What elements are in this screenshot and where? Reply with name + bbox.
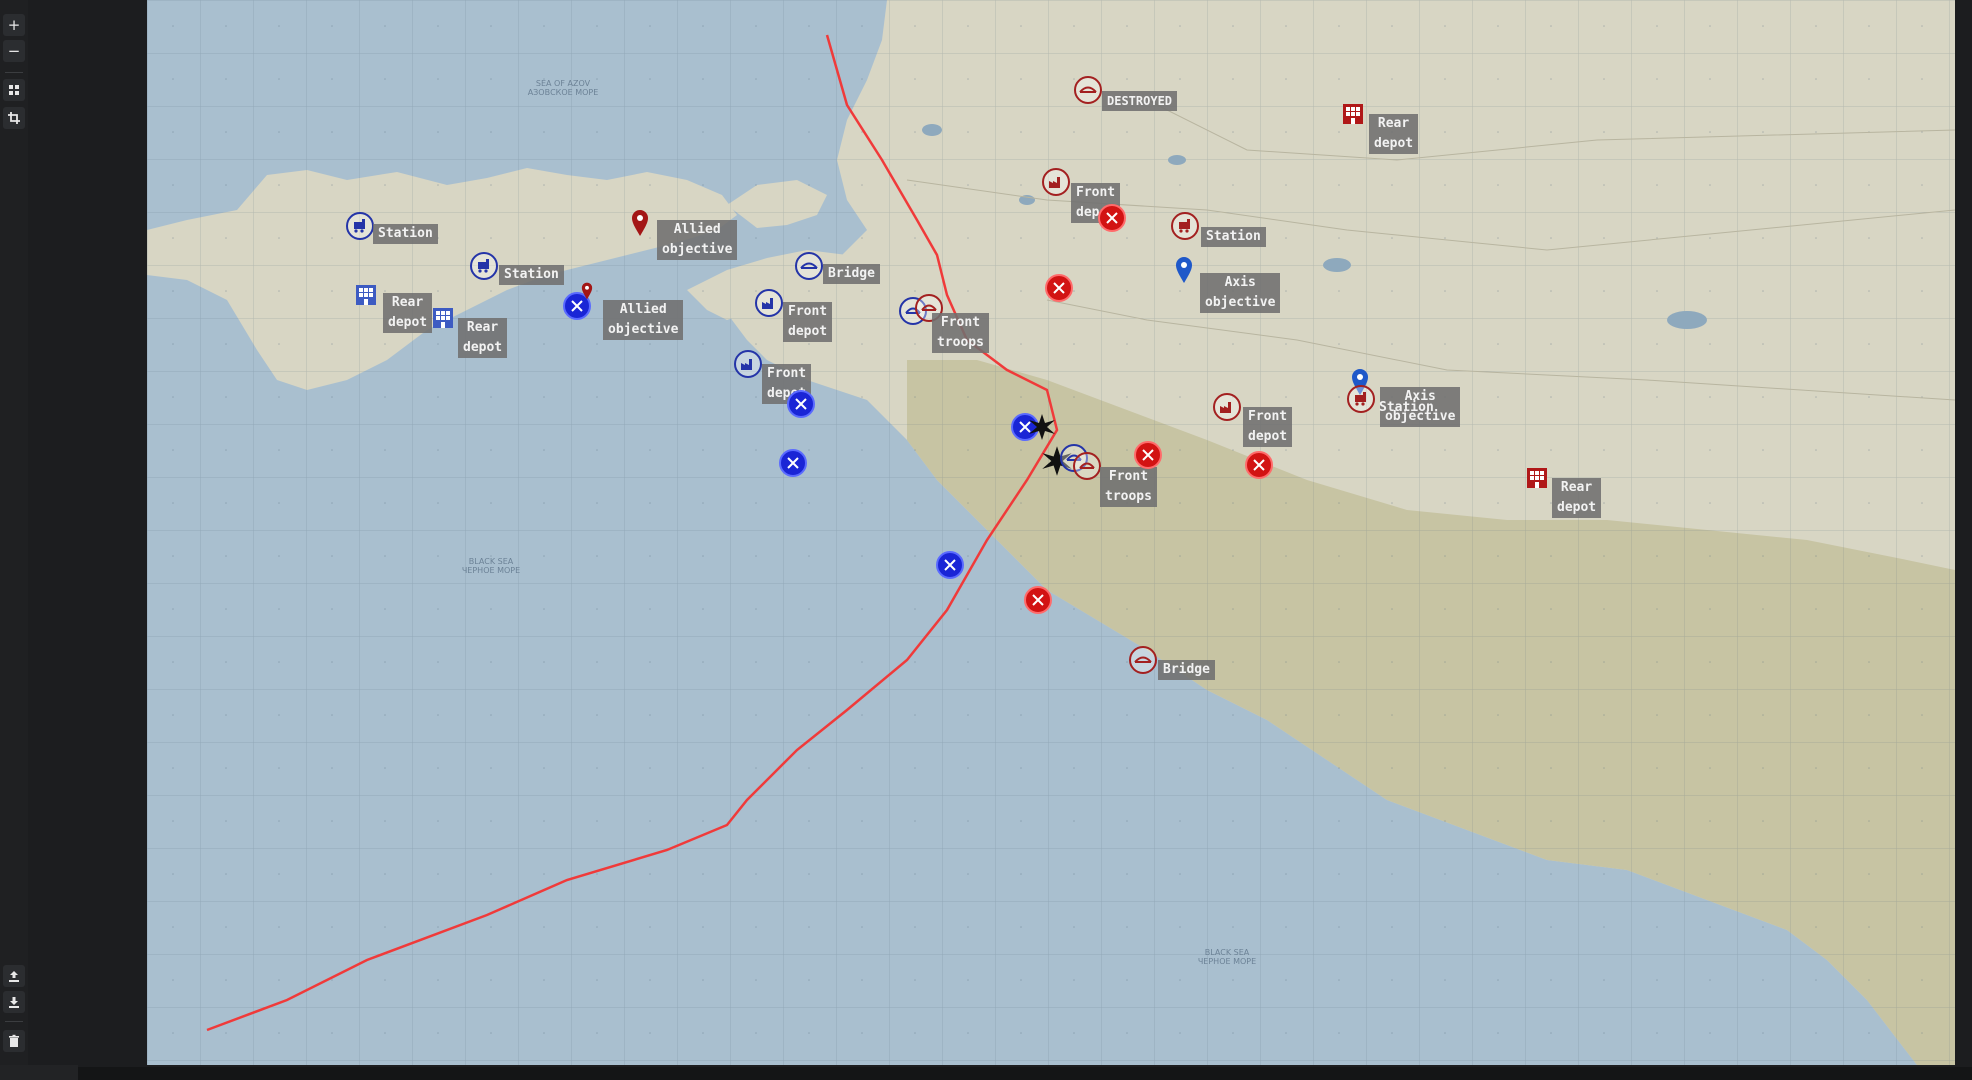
label-rear-depot: Rear depot bbox=[458, 318, 508, 358]
delete-button[interactable] bbox=[3, 1030, 25, 1052]
zoom-out-button[interactable]: − bbox=[3, 40, 25, 62]
axis-unit-marker[interactable] bbox=[1024, 586, 1052, 614]
bridge-icon bbox=[1079, 86, 1097, 93]
objective-pin-icon bbox=[581, 282, 593, 300]
download-icon bbox=[9, 997, 19, 1008]
zoom-in-button[interactable]: + bbox=[3, 14, 25, 36]
layers-button[interactable] bbox=[3, 79, 25, 101]
black-sea-label-2: BLACK SEA ЧЕРНОЕ МОРЕ bbox=[1197, 948, 1257, 966]
black-sea-label: BLACK SEA ЧЕРНОЕ МОРЕ bbox=[461, 557, 521, 575]
crossed-swords-icon bbox=[787, 457, 799, 469]
troops-icon bbox=[1079, 462, 1095, 469]
axis-rear-depot-marker[interactable] bbox=[1339, 100, 1367, 128]
label-station: Station bbox=[373, 224, 438, 244]
axis-unit-marker[interactable] bbox=[1098, 204, 1126, 232]
train-icon bbox=[1179, 219, 1190, 233]
crossed-swords-icon bbox=[1142, 449, 1154, 461]
crop-icon bbox=[8, 112, 20, 124]
allied-station-marker[interactable] bbox=[470, 252, 498, 280]
axis-station-marker[interactable] bbox=[1347, 385, 1375, 413]
axis-front-depot-marker[interactable] bbox=[1213, 393, 1241, 421]
label-front-troops: Front troops bbox=[932, 313, 989, 353]
axis-unit-marker[interactable] bbox=[1245, 451, 1273, 479]
crossed-swords-icon bbox=[944, 559, 956, 571]
toolbar-divider bbox=[5, 72, 23, 73]
building-icon bbox=[1527, 468, 1547, 488]
axis-objective-pin-icon[interactable] bbox=[1174, 256, 1194, 284]
train-icon bbox=[478, 259, 489, 273]
allied-bridge-marker[interactable] bbox=[795, 252, 823, 280]
label-front-depot: Front depot bbox=[1243, 407, 1293, 447]
label-allied-objective: Allied objective bbox=[657, 220, 738, 260]
label-allied-objective: Allied objective bbox=[603, 300, 684, 340]
frontline-layer bbox=[206, 34, 1059, 1032]
factory-icon bbox=[741, 359, 752, 370]
crossed-swords-icon bbox=[1253, 459, 1265, 471]
label-axis-objective: Axis objective bbox=[1200, 273, 1281, 313]
status-bar bbox=[78, 1067, 1972, 1080]
layers-icon bbox=[9, 85, 19, 95]
axis-front-depot-marker[interactable] bbox=[1042, 168, 1070, 196]
upload-button[interactable] bbox=[3, 965, 25, 987]
factory-icon bbox=[1049, 177, 1060, 188]
label-rear-depot: Rear depot bbox=[1369, 114, 1419, 154]
allied-rear-depot-marker[interactable] bbox=[429, 304, 457, 332]
label-rear-depot: Rear depot bbox=[383, 293, 433, 333]
building-icon bbox=[356, 285, 376, 305]
allied-front-depot-marker[interactable] bbox=[734, 350, 762, 378]
crossed-swords-icon bbox=[1053, 282, 1065, 294]
sea-of-azov-label: SEA OF AZOV АЗОВСКОЕ МОРЕ bbox=[527, 79, 599, 97]
crossed-swords-icon bbox=[1106, 212, 1118, 224]
allied-front-depot-marker[interactable] bbox=[755, 289, 783, 317]
crossed-swords-icon bbox=[795, 398, 807, 410]
toolbar-divider bbox=[5, 1021, 23, 1022]
crossed-swords-icon bbox=[1032, 594, 1044, 606]
axis-station-marker[interactable] bbox=[1171, 212, 1199, 240]
axis-rear-depot-marker[interactable] bbox=[1523, 464, 1551, 492]
axis-unit-marker[interactable] bbox=[1134, 441, 1162, 469]
trash-icon bbox=[9, 1034, 19, 1047]
allied-unit-marker[interactable] bbox=[787, 390, 815, 418]
allied-unit-marker[interactable] bbox=[779, 449, 807, 477]
allied-objective-pin-icon[interactable] bbox=[630, 209, 650, 237]
frontline bbox=[206, 34, 1059, 1032]
label-destroyed: DESTROYED bbox=[1102, 91, 1178, 111]
axis-bridge-marker[interactable] bbox=[1129, 646, 1157, 674]
upload-icon bbox=[9, 971, 19, 982]
label-front-depot: Front depot bbox=[783, 302, 833, 342]
label-bridge: Bridge bbox=[1158, 660, 1215, 680]
axis-unit-marker[interactable] bbox=[1045, 274, 1073, 302]
battle-explosion-icon bbox=[1029, 414, 1055, 440]
crop-button[interactable] bbox=[3, 107, 25, 129]
map-canvas[interactable]: SEA OF AZOV АЗОВСКОЕ МОРЕ BLACK SEA ЧЕРН… bbox=[147, 0, 1955, 1065]
download-button[interactable] bbox=[3, 991, 25, 1013]
allied-unit-marker[interactable] bbox=[936, 551, 964, 579]
bridge-icon bbox=[1134, 656, 1152, 663]
map-toolbar: + − bbox=[0, 0, 28, 1080]
axis-front-troops-marker[interactable] bbox=[1073, 452, 1101, 480]
building-icon bbox=[1343, 104, 1363, 124]
factory-icon bbox=[1220, 402, 1231, 413]
label-bridge: Bridge bbox=[823, 264, 880, 284]
status-bar-left bbox=[0, 1065, 78, 1080]
allied-rear-depot-marker[interactable] bbox=[352, 281, 380, 309]
allied-station-marker[interactable] bbox=[346, 212, 374, 240]
label-station: Station bbox=[1201, 227, 1266, 247]
label-rear-depot: Rear depot bbox=[1552, 478, 1602, 518]
axis-bridge-destroyed-marker[interactable] bbox=[1074, 76, 1102, 104]
label-station: Station bbox=[499, 265, 564, 285]
train-icon bbox=[354, 219, 365, 233]
bridge-icon bbox=[800, 262, 818, 269]
label-station: Station bbox=[1379, 400, 1434, 415]
factory-icon bbox=[762, 298, 773, 309]
label-front-troops: Front troops bbox=[1100, 467, 1157, 507]
building-icon bbox=[433, 308, 453, 328]
train-icon bbox=[1355, 392, 1366, 406]
